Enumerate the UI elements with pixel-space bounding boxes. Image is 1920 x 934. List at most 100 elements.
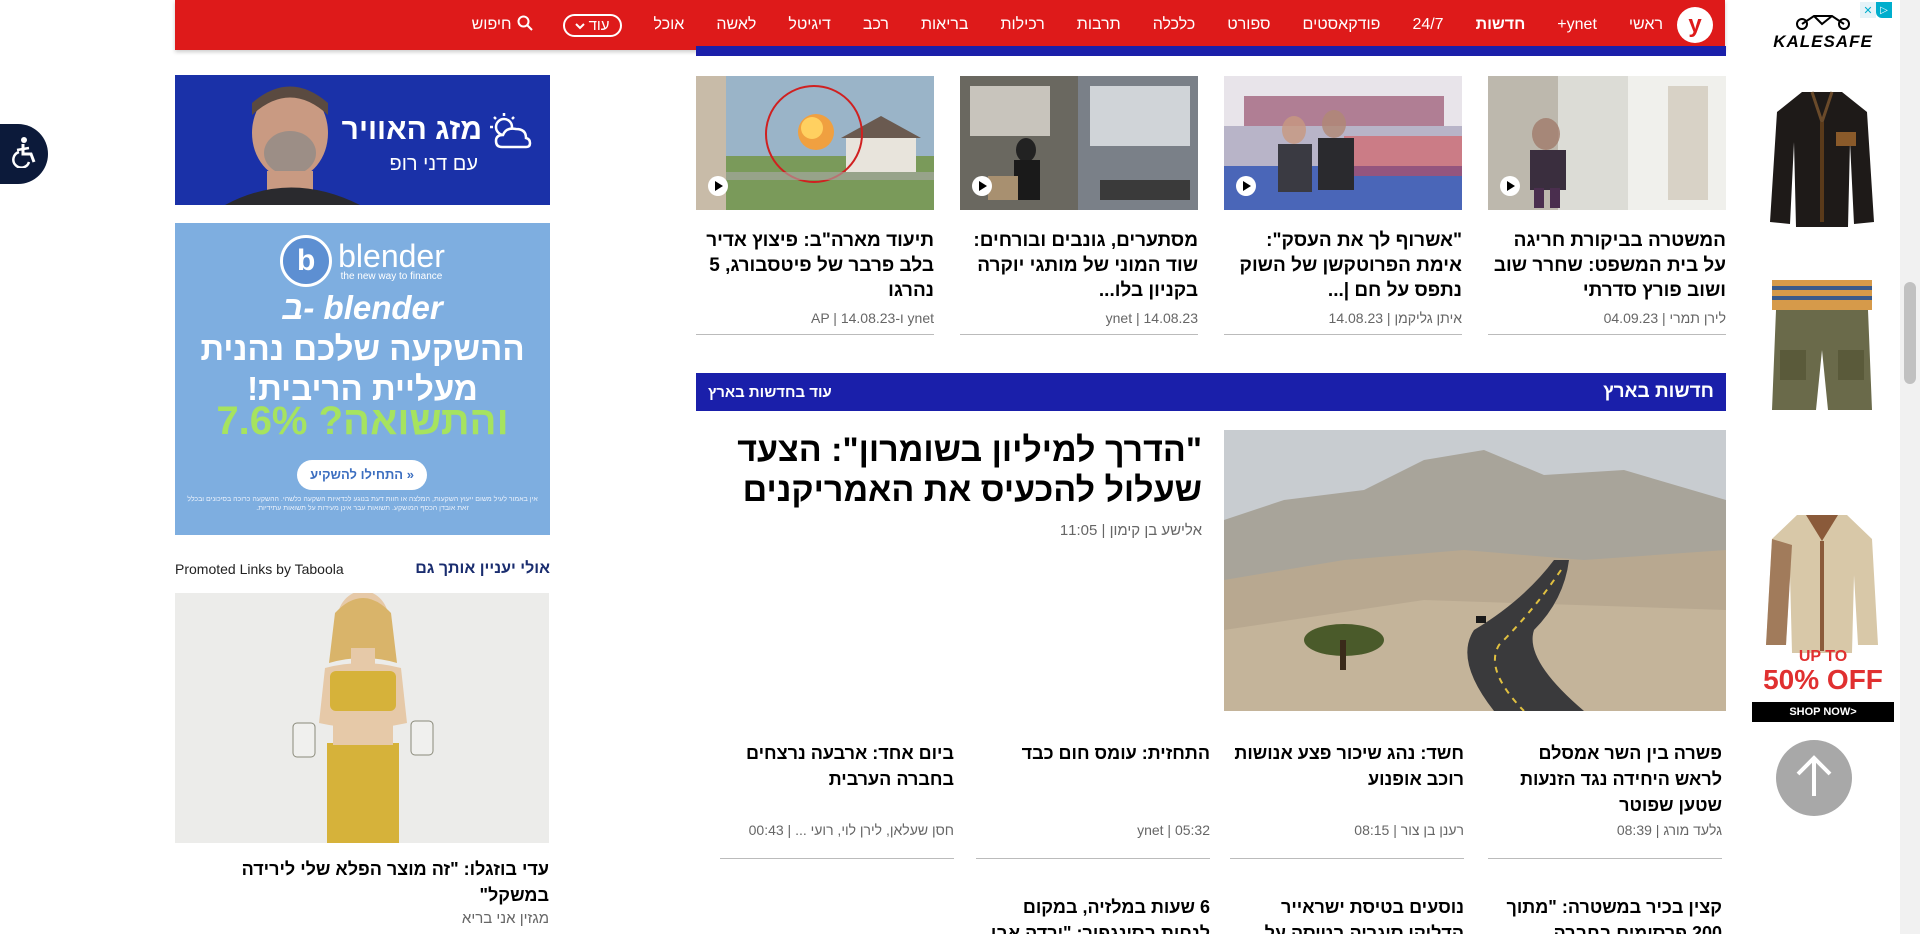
story-divider xyxy=(976,858,1210,859)
taboola-header: Promoted Links by Taboola אולי יעניין או… xyxy=(175,560,550,578)
video-thumbnail[interactable] xyxy=(1488,76,1726,210)
nav-item-economy[interactable]: כלכלה xyxy=(1153,16,1196,34)
video-card-meta: לירן תמרי | 04.09.23 xyxy=(1488,310,1726,335)
scroll-to-top-button[interactable] xyxy=(1776,740,1852,816)
weather-ad-subtitle: עם דני רופ xyxy=(389,153,478,175)
blender-logo: b blender the new way to finance xyxy=(175,235,550,287)
blender-headline-1: ב- blender xyxy=(282,289,443,326)
scrollbar-thumb[interactable] xyxy=(1904,282,1916,384)
news-story[interactable]: קצין בכיר במשטרה: "מתוך 200 פרסומים בחבר… xyxy=(1488,894,1723,934)
wheelchair-icon xyxy=(10,136,38,173)
mall-video-frame xyxy=(960,76,1198,210)
cargo-shorts-image xyxy=(1772,280,1872,410)
nav-item-gossip[interactable]: רכילות xyxy=(1000,16,1044,34)
taboola-promoted-label[interactable]: Promoted Links by Taboola xyxy=(175,561,344,577)
video-thumbnail[interactable] xyxy=(696,76,934,210)
story-divider xyxy=(1230,858,1464,859)
video-card-meta: איתן גליקמן | 14.08.23 xyxy=(1224,310,1462,335)
nav-item-news[interactable]: חדשות xyxy=(1476,16,1526,34)
discount-offer: UP TO 50% OFF xyxy=(1752,648,1894,694)
lead-article-meta: אלישע בן קימון | 11:05 xyxy=(1059,522,1202,539)
chevron-down-icon xyxy=(574,17,585,34)
shop-now-button[interactable]: SHOP NOW> xyxy=(1752,702,1894,722)
more-menu-label: עוד xyxy=(588,16,610,34)
video-card-title[interactable]: "אשרוף לך את העסק": אימת הפרוטקשן של השו… xyxy=(1224,228,1462,304)
nav-item-digital[interactable]: דיגיטל xyxy=(788,16,831,34)
section-top-strip xyxy=(696,46,1726,56)
blender-headline-2: ההשקעה שלכם נהנית מעליית הריבית! xyxy=(175,329,550,409)
blender-brand: blender xyxy=(338,237,445,274)
video-card[interactable]: תיעוד מארה"ב: פיצוץ אדיר בלב פרבר של פיט… xyxy=(696,76,934,335)
story-title[interactable]: 6 שעות במלזיה, במקום לנחות בסינגפור: "יר… xyxy=(976,894,1210,934)
video-thumbnail[interactable] xyxy=(960,76,1198,210)
video-card-title[interactable]: תיעוד מארה"ב: פיצוץ אדיר בלב פרבר של פיט… xyxy=(696,228,934,304)
blender-ad-banner[interactable]: b blender the new way to finance ב- blen… xyxy=(175,223,550,535)
more-menu-button[interactable]: עוד xyxy=(562,13,622,37)
taboola-article-source: מגזין אני בריא xyxy=(461,910,549,927)
story-divider xyxy=(1488,858,1722,859)
search-button[interactable]: חיפוש xyxy=(472,15,533,36)
sun-cloud-icon xyxy=(486,111,532,158)
nav-item-ynet-plus[interactable]: ynet+ xyxy=(1557,16,1597,34)
story-title[interactable]: קצין בכיר במשטרה: "מתוך 200 פרסומים בחבר… xyxy=(1488,894,1723,934)
video-card[interactable]: המשטרה בביקורת חריגה על בית המשפט: שחרר … xyxy=(1488,76,1726,335)
ynet-logo[interactable]: y xyxy=(1677,7,1713,43)
video-card-meta: ynet | 14.08.23 xyxy=(960,310,1198,335)
nav-item-cars[interactable]: רכב xyxy=(863,16,889,34)
blender-tagline: the new way to finance xyxy=(340,270,443,282)
nav-item-food[interactable]: אוכל xyxy=(654,16,685,34)
weather-ad-title: מזג האוויר xyxy=(341,113,482,146)
blender-headline-3: והתשואה? 7.6% xyxy=(216,399,509,443)
lead-article-image[interactable] xyxy=(1224,430,1726,711)
market-video-frame xyxy=(1224,76,1462,210)
news-story[interactable]: 6 שעות במלזיה, במקום לנחות בסינגפור: "יר… xyxy=(976,894,1210,934)
section-title[interactable]: חדשות בארץ xyxy=(1603,381,1714,403)
news-story[interactable]: נוסעים בטיסת ישראייר הדליקו סיגריה בטיסה… xyxy=(1230,894,1464,934)
taboola-article-title[interactable]: עדי בוזגלו: "זה מוצר הפלא שלי לירידה במש… xyxy=(175,856,549,908)
news-story[interactable]: התחזית: עומס חום כבד ynet | 05:32 xyxy=(976,740,1210,870)
story-title[interactable]: התחזית: עומס חום כבד xyxy=(976,740,1210,766)
video-thumbnail[interactable] xyxy=(1224,76,1462,210)
taboola-heading: אולי יעניין אותך גם xyxy=(415,560,550,577)
video-card-meta: ynet ו-AP | 14.08.23 xyxy=(696,310,934,335)
play-icon xyxy=(1500,176,1520,196)
story-title[interactable]: חשד: נהג שיכור פצע אנושות רוכב אופנוע xyxy=(1230,740,1464,792)
news-story[interactable]: חשד: נהג שיכור פצע אנושות רוכב אופנוע רע… xyxy=(1230,740,1464,870)
weather-promo-banner[interactable]: מזג האוויר עם דני רופ xyxy=(175,75,550,205)
section-more-link[interactable]: עוד בחדשות בארץ xyxy=(708,384,832,401)
section-header-israel-news: חדשות בארץ עוד בחדשות בארץ xyxy=(696,373,1726,411)
news-story[interactable]: ביום אחד: ארבעה נרצחים בחברה הערבית חסן … xyxy=(720,740,954,870)
nav-item-sport[interactable]: ספורט xyxy=(1227,16,1270,34)
sweater-jacket-image xyxy=(1766,515,1878,653)
accessibility-button[interactable] xyxy=(0,124,48,184)
nav-item-podcasts[interactable]: פודקאסטים xyxy=(1303,16,1381,34)
blender-cta-button[interactable]: התחילו להשקיע » xyxy=(297,460,427,490)
story-title[interactable]: פשרה בין השר אמסלם לראש היחידה נגד הזנעו… xyxy=(1488,740,1722,818)
nav-item-health[interactable]: בריאות xyxy=(921,16,969,34)
ad-info-icon[interactable]: ▷ xyxy=(1876,2,1892,18)
nav-item-culture[interactable]: תרבות xyxy=(1077,16,1121,34)
story-meta: גלעד מורג | 08:39 xyxy=(1616,822,1722,838)
blender-fine-print: אין באמור לעיל משום ייעוץ השקעות, המלצה … xyxy=(187,496,538,512)
page-scrollbar[interactable] xyxy=(1900,0,1920,934)
story-meta: רענן בן צור | 08:15 xyxy=(1354,822,1464,838)
video-card[interactable]: מסתערים, גונבים ובורחים: שוד המוני של מו… xyxy=(960,76,1198,335)
explosion-video-frame xyxy=(696,76,934,210)
arrow-up-icon xyxy=(1794,754,1834,803)
story-title[interactable]: ביום אחד: ארבעה נרצחים בחברה הערבית xyxy=(720,740,954,792)
nav-item-women[interactable]: לאשה xyxy=(716,16,756,34)
nav-item-home[interactable]: ראשי xyxy=(1629,16,1663,34)
leather-jacket-image xyxy=(1770,91,1874,227)
video-card[interactable]: "אשרוף לך את העסק": אימת הפרוטקשן של השו… xyxy=(1224,76,1462,335)
blender-b-icon: b xyxy=(280,235,333,287)
news-story[interactable]: פשרה בין השר אמסלם לראש היחידה נגד הזנעו… xyxy=(1488,740,1722,870)
hallway-video-frame xyxy=(1488,76,1726,210)
nav-item-24-7[interactable]: 24/7 xyxy=(1412,16,1443,34)
story-title[interactable]: נוסעים בטיסת ישראייר הדליקו סיגריה בטיסה… xyxy=(1230,894,1464,934)
woman-photo xyxy=(175,593,549,843)
search-label: חיפוש xyxy=(471,16,512,33)
taboola-image[interactable] xyxy=(175,593,549,843)
video-card-title[interactable]: המשטרה בביקורת חריגה על בית המשפט: שחרר … xyxy=(1488,228,1726,304)
lead-article-title[interactable]: "הדרך למיליון בשומרון": הצעד שעלול להכעי… xyxy=(720,430,1202,510)
video-card-title[interactable]: מסתערים, גונבים ובורחים: שוד המוני של מו… xyxy=(960,228,1198,304)
